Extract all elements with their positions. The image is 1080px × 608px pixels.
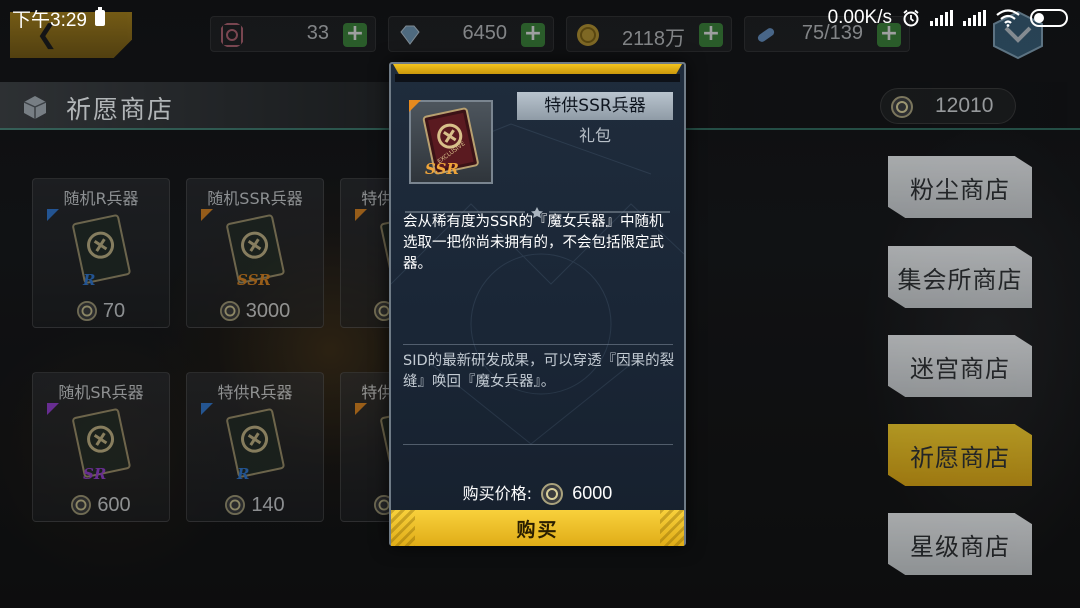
shop-item-card[interactable]: 特供R兵器 R 140 [186,372,324,522]
card-price-value: 3000 [245,300,291,322]
shop-tab-label: 集会所商店 [897,266,1023,294]
item-flavor-text: SID的最新研发成果，可以穿透『因果的裂缝』唤回『魔女兵器』。 [403,353,675,390]
signal-2-icon [963,10,986,26]
shop-tab-label: 迷宫商店 [910,355,1010,383]
wifi-icon [996,9,1020,27]
svg-text:R: R [82,271,95,289]
price-value: 6000 [572,483,613,503]
card-price: 600 [33,494,169,517]
cube-icon [23,96,47,119]
weapon-box-icon: EXCLUSIVE SSR [422,107,479,178]
weapon-box-icon: R [226,408,285,483]
rarity-corner [47,209,59,221]
svg-text:SSR: SSR [237,271,271,289]
rarity-corner [355,403,367,415]
purchase-price: 购买价格: 6000 [391,480,684,505]
shop-item-card[interactable]: 随机SR兵器 SR 600 [32,372,170,522]
card-price-value: 600 [97,494,131,516]
buy-button-label: 购买 [516,519,559,541]
card-name: 随机R兵器 [63,189,139,208]
battery-saver-icon [94,7,105,26]
shop-tab-label: 星级商店 [910,533,1010,561]
wish-coin-icon [219,301,240,321]
svg-text:R: R [236,465,249,483]
card-price: 3000 [187,300,323,323]
weapon-box-icon: SR [72,408,131,483]
shop-tab-label: 祈愿商店 [910,444,1010,472]
card-name: 特供R兵器 [217,383,293,402]
svg-text:SSR: SSR [425,160,459,178]
card-price-value: 140 [251,494,285,516]
price-label: 购买价格: [462,484,533,503]
shop-item-card[interactable]: 随机SSR兵器 SSR 3000 [186,178,324,328]
rarity-corner [47,403,59,415]
item-type: 礼包 [578,126,611,145]
card-price: 140 [187,494,323,517]
wish-coin-icon [225,495,246,515]
modal-top-shadow [395,74,680,82]
wish-coin-icon [541,483,564,505]
network-speed: 0.00K/s [827,7,892,28]
rarity-corner [409,100,421,112]
card-price: 70 [33,300,169,323]
page-title: 祈愿商店 [66,95,175,124]
shop-item-card[interactable]: 随机R兵器 R 70 [32,178,170,328]
wish-currency-value: 12010 [935,94,994,117]
shop-tab-button[interactable]: 星级商店 [888,513,1032,575]
signal-1-icon [930,10,953,26]
shop-tab-button[interactable]: 迷宫商店 [888,335,1032,397]
shop-tab-button[interactable]: 粉尘商店 [888,156,1032,218]
card-name: 随机SR兵器 [58,383,144,402]
divider [403,344,673,345]
status-bar: 下午3:29 0.00K/s [0,0,1080,36]
weapon-box-icon: R [72,214,131,289]
wish-coin-icon [71,495,92,515]
item-title: 特供SSR兵器 [517,92,673,120]
wish-currency-total: 12010 [880,88,1016,124]
rarity-corner [201,403,213,415]
card-price-value: 70 [102,300,126,322]
rarity-corner [201,209,213,221]
wish-coin-icon [891,96,913,118]
item-icon: EXCLUSIVE SSR [409,100,493,184]
rarity-corner [355,209,367,221]
card-name: 随机SSR兵器 [207,189,303,208]
item-description: 会从稀有度为SSR的『魔女兵器』中随机选取一把你尚未拥有的，不会包括限定武器。 [403,214,664,272]
battery-icon [1030,9,1068,27]
svg-text:SR: SR [83,465,106,483]
buy-button[interactable]: 购买 [391,510,684,546]
weapon-box-icon: SSR [226,214,285,289]
alarm-icon [903,9,919,27]
shop-tab-button[interactable]: 祈愿商店 [888,424,1032,486]
divider [403,444,673,445]
wish-coin-icon [76,301,97,321]
shop-tab-label: 粉尘商店 [910,176,1010,204]
modal-top-accent [393,64,682,74]
item-detail-modal: EXCLUSIVE SSR 特供SSR兵器 礼包 会从稀有度为SSR的『魔女兵器… [389,62,686,546]
shop-tab-button[interactable]: 集会所商店 [888,246,1032,308]
status-time: 下午3:29 [12,9,87,31]
